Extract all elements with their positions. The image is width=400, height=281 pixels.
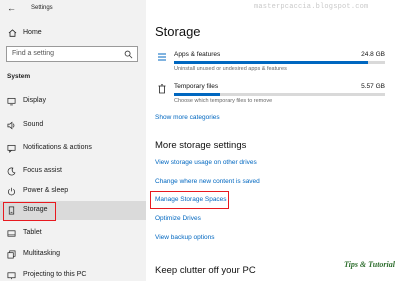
sidebar-item-power-sleep[interactable]: Power & sleep [0, 182, 146, 201]
sidebar-item-notifications[interactable]: Notifications & actions [0, 139, 146, 158]
section-label-system: System [7, 73, 31, 80]
watermark-logo: Tips & Tutorial [344, 260, 395, 269]
focus-assist-icon [7, 167, 16, 176]
sidebar-item-label: Display [23, 97, 46, 104]
tablet-icon [7, 230, 16, 237]
sidebar: ← Settings Home Find a setting System Di… [0, 0, 146, 281]
sidebar-item-label: Multitasking [23, 250, 60, 257]
storage-category-size: 5.57 GB [361, 83, 385, 90]
usage-bar [174, 93, 385, 96]
sidebar-item-label: Power & sleep [23, 187, 69, 194]
home-icon [8, 29, 17, 37]
search-placeholder: Find a setting [12, 50, 55, 57]
sidebar-item-label: Projecting to this PC [23, 271, 87, 278]
keep-clutter-heading: Keep clutter off your PC [155, 265, 256, 276]
sidebar-item-focus-assist[interactable]: Focus assist [0, 162, 146, 181]
page-title: Storage [155, 24, 201, 39]
sidebar-item-display[interactable]: Display [0, 92, 146, 111]
view-backup-options-link[interactable]: View backup options [155, 234, 215, 242]
optimize-drives-link[interactable]: Optimize Drives [155, 215, 201, 223]
sidebar-item-label: Focus assist [23, 167, 62, 174]
window-title: Settings [31, 5, 53, 11]
home-label: Home [23, 29, 42, 36]
view-storage-other-drives-link[interactable]: View storage usage on other drives [155, 159, 257, 167]
search-icon[interactable] [124, 50, 133, 59]
storage-category-description: Uninstall unused or undesired apps & fea… [174, 66, 287, 72]
sidebar-item-label: Storage [23, 206, 48, 213]
trash-icon [158, 84, 166, 94]
sidebar-item-label: Sound [23, 121, 44, 128]
usage-bar [174, 61, 385, 64]
storage-category-description: Choose which temporary files to remove [174, 98, 273, 104]
storage-category-apps[interactable]: Apps & features 24.8 GB Uninstall unused… [155, 50, 385, 76]
sound-icon [7, 121, 15, 130]
storage-icon [8, 206, 15, 215]
back-arrow-icon[interactable]: ← [7, 4, 16, 13]
sidebar-item-multitasking[interactable]: Multitasking [0, 245, 146, 264]
more-storage-settings-heading: More storage settings [155, 140, 247, 151]
storage-category-temp[interactable]: Temporary files 5.57 GB Choose which tem… [155, 82, 385, 108]
show-more-categories-link[interactable]: Show more categories [155, 114, 220, 122]
sidebar-item-sound[interactable]: Sound [0, 116, 146, 135]
sidebar-item-label: Notifications & actions [23, 144, 92, 151]
manage-storage-spaces-link[interactable]: Manage Storage Spaces [155, 196, 227, 204]
notifications-icon [7, 144, 16, 153]
usage-bar-fill [174, 93, 221, 96]
home-nav-item[interactable]: Home [0, 26, 146, 40]
change-new-content-location-link[interactable]: Change where new content is saved [155, 178, 260, 186]
title-bar: ← Settings [0, 0, 146, 18]
sidebar-item-tablet[interactable]: Tablet [0, 224, 146, 243]
storage-category-name: Apps & features [174, 51, 221, 58]
sidebar-item-label: Tablet [23, 229, 42, 236]
sidebar-item-projecting[interactable]: Projecting to this PC [0, 266, 146, 281]
search-input[interactable]: Find a setting [6, 46, 138, 62]
storage-category-name: Temporary files [174, 83, 219, 90]
usage-bar-fill [174, 61, 369, 64]
display-icon [7, 97, 16, 106]
power-icon [7, 187, 16, 196]
apps-icon [158, 53, 166, 61]
watermark-url: masterpcaccia.blogspot.com [254, 3, 369, 11]
projecting-icon [7, 272, 16, 280]
sidebar-item-storage[interactable]: Storage [0, 201, 146, 221]
storage-category-size: 24.8 GB [361, 51, 385, 58]
multitasking-icon [7, 250, 16, 259]
